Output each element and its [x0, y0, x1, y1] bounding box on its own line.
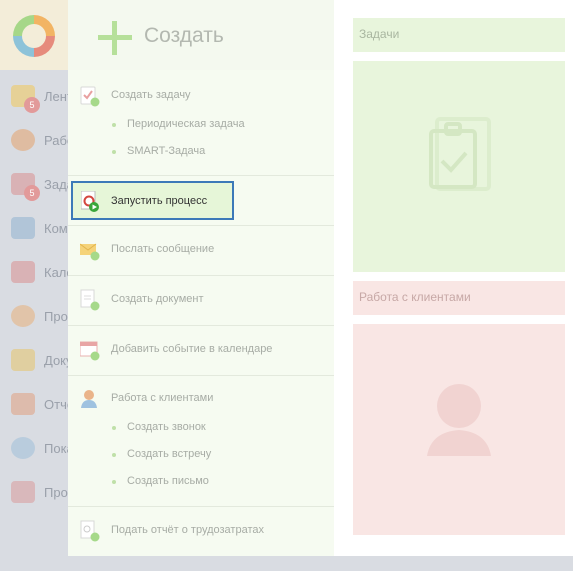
client-work-label: Работа с клиентами	[111, 392, 214, 404]
clients-widget	[353, 324, 565, 535]
feed-badge: 5	[24, 97, 40, 113]
tasks-badge: 5	[24, 185, 40, 201]
sidebar-item-feed[interactable]: 5 Лента	[0, 75, 68, 119]
task-icon	[80, 86, 100, 107]
sidebar-item-work[interactable]: Работа	[0, 119, 68, 163]
sidebar-item-reports[interactable]: Отчеты	[0, 383, 68, 427]
message-group: Послать сообщение	[68, 226, 334, 276]
sidebar-item-company[interactable]: Компания	[0, 207, 68, 251]
sidebar-item-label: Компания	[44, 221, 68, 236]
sidebar-item-calendar[interactable]: Календарь	[0, 251, 68, 295]
create-document-label: Создать документ	[111, 293, 204, 305]
tasks-widget-title: Задачи	[353, 18, 565, 52]
process-start-icon	[81, 191, 99, 212]
bullet-icon	[112, 426, 116, 430]
calendar-add-icon	[80, 341, 100, 361]
create-document-item[interactable]: Создать документ	[68, 289, 334, 311]
sidebar-item-projects[interactable]: Проекты	[0, 471, 68, 515]
smart-task-item[interactable]: SMART-Задача	[68, 143, 334, 161]
start-process-label: Запустить процесс	[111, 195, 208, 207]
sidebar-item-tasks[interactable]: 5 Задачи	[0, 163, 68, 207]
create-letter-item[interactable]: Создать письмо	[68, 473, 334, 491]
document-icon	[80, 289, 100, 311]
bullet-icon	[112, 123, 116, 127]
sidebar-item-label: Работа	[44, 133, 68, 148]
create-task-item[interactable]: Создать задачу	[68, 85, 334, 107]
client-avatar-icon	[427, 384, 491, 456]
create-meeting-item[interactable]: Создать встречу	[68, 446, 334, 464]
sidebar-item-label: Проекты	[44, 485, 68, 500]
create-menu-header[interactable]: Создать	[68, 0, 334, 70]
task-group: Создать задачу Периодическая задача SMAR…	[68, 70, 334, 176]
client-work-item[interactable]: Работа с клиентами	[68, 388, 334, 410]
bullet-icon	[112, 480, 116, 484]
sidebar-item-processes[interactable]: Процессы	[0, 295, 68, 339]
create-task-label: Создать задачу	[111, 89, 191, 101]
calendar-group: Добавить событие в календаре	[68, 326, 334, 376]
clients-widget-title: Работа с клиентами	[353, 281, 565, 315]
projects-icon	[11, 481, 35, 503]
clipboard-check-icon	[429, 117, 491, 191]
structure-icon	[11, 217, 35, 239]
bullet-icon	[112, 453, 116, 457]
gauge-icon	[11, 437, 35, 459]
sidebar-item-indicators[interactable]: Показатели	[0, 427, 68, 471]
create-call-label: Создать звонок	[127, 421, 206, 433]
sidebar-item-label: Процессы	[44, 309, 68, 324]
envelope-icon	[80, 243, 100, 261]
sidebar-item-label: Отчеты	[44, 397, 68, 412]
calendar-icon	[11, 261, 35, 283]
client-icon	[81, 390, 97, 408]
add-calendar-event-label: Добавить событие в календаре	[111, 343, 273, 355]
reports-icon	[11, 393, 35, 415]
send-message-item[interactable]: Послать сообщение	[68, 239, 334, 261]
create-letter-label: Создать письмо	[127, 475, 209, 487]
employee-icon	[11, 129, 35, 151]
process-icon	[11, 305, 35, 327]
bottom-bar	[0, 556, 573, 571]
create-menu-title: Создать	[144, 24, 224, 47]
sidebar-item-label: Календарь	[44, 265, 68, 280]
sidebar-item-label: Задачи	[44, 177, 68, 192]
sidebar-item-documents[interactable]: Документы	[0, 339, 68, 383]
smart-task-label: SMART-Задача	[127, 145, 206, 157]
sidebar: 5 Лента Работа 5 Задачи Компания Календа…	[0, 0, 68, 571]
tasks-widget	[353, 61, 565, 272]
timesheet-icon	[80, 520, 100, 542]
logo-icon	[13, 15, 55, 57]
periodic-task-item[interactable]: Периодическая задача	[68, 116, 334, 134]
create-meeting-label: Создать встречу	[127, 448, 212, 460]
document-group: Создать документ	[68, 276, 334, 326]
create-call-item[interactable]: Создать звонок	[68, 419, 334, 437]
start-process-item[interactable]: Запустить процесс	[71, 181, 234, 220]
sidebar-item-label: Показатели	[44, 441, 68, 456]
plus-icon	[98, 21, 132, 55]
sidebar-item-label: Документы	[44, 353, 68, 368]
submit-timesheet-item[interactable]: Подать отчёт о трудозатратах	[68, 520, 334, 542]
create-menu: Создать задачу Периодическая задача SMAR…	[68, 70, 334, 556]
documents-icon	[11, 349, 35, 371]
add-calendar-event-item[interactable]: Добавить событие в календаре	[68, 339, 334, 361]
periodic-task-label: Периодическая задача	[127, 118, 245, 130]
send-message-label: Послать сообщение	[111, 243, 215, 255]
sidebar-item-label: Лента	[44, 89, 68, 104]
submit-timesheet-label: Подать отчёт о трудозатратах	[111, 524, 264, 536]
bullet-icon	[112, 150, 116, 154]
clients-group: Работа с клиентами Создать звонок Создат…	[68, 376, 334, 507]
